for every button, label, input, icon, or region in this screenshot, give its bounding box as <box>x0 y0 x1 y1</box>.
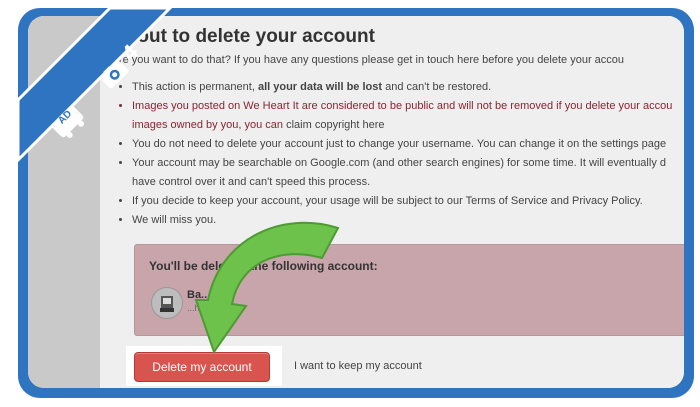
step-ribbon <box>16 6 174 164</box>
screenshot-frame: re about to delete your account ou sure … <box>0 0 700 407</box>
